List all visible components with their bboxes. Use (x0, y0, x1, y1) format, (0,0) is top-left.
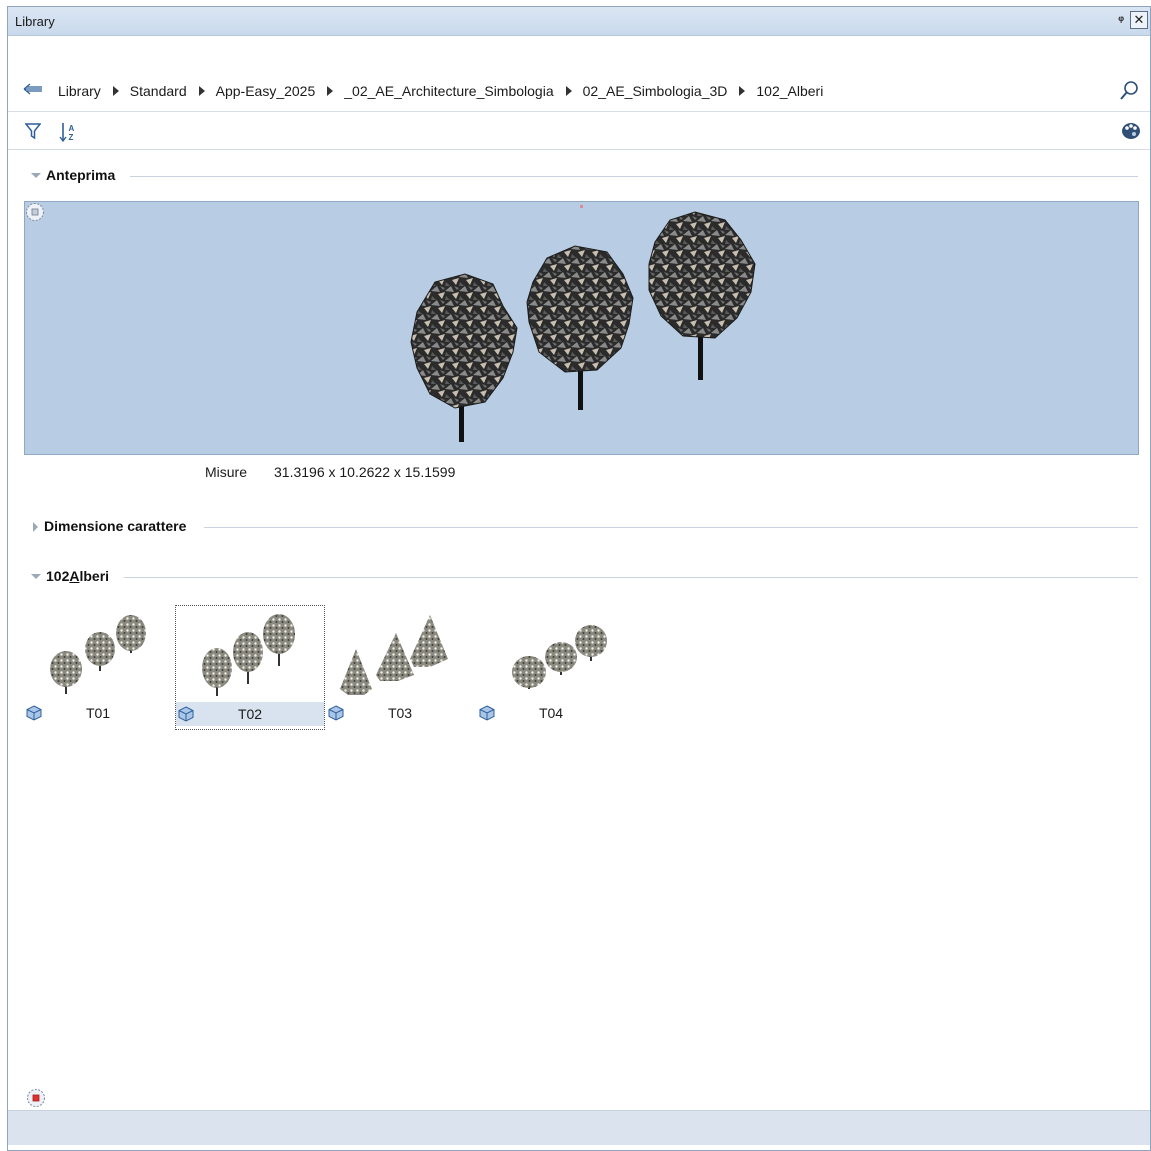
svg-text:A: A (69, 124, 75, 133)
section-font-size-label: Dimensione carattere (44, 518, 187, 534)
breadcrumb-item-simbologia-3d[interactable]: 02_AE_Simbologia_3D (583, 83, 728, 99)
item-thumbnail (50, 615, 146, 694)
navigation-cube-icon[interactable] (25, 202, 45, 222)
breadcrumb-item-alberi[interactable]: 102_Alberi (756, 83, 823, 99)
sort-az-icon[interactable]: A Z (59, 121, 77, 143)
item-name: T03 (387, 705, 413, 721)
svg-text:Z: Z (69, 133, 74, 142)
preview-trees-image (410, 205, 756, 442)
measures-value: 31.3196 x 10.2622 x 15.1599 (274, 464, 456, 480)
library-item-t03[interactable]: T03 (326, 605, 476, 730)
section-divider (204, 527, 1138, 528)
breadcrumb-separator-icon[interactable] (565, 86, 572, 96)
item-name: T01 (85, 705, 111, 721)
library-items-grid: T01 T02 T03 T04 (24, 605, 644, 730)
expand-arrow-icon[interactable] (31, 173, 41, 178)
section-divider (124, 577, 1138, 578)
library-item-t04[interactable]: T04 (477, 605, 627, 730)
section-folder-header[interactable]: 102Alberi (8, 566, 1150, 588)
search-icon[interactable] (1118, 80, 1140, 102)
palette-icon[interactable] (1121, 121, 1141, 141)
item-caption: T02 (176, 702, 324, 726)
item-caption: T03 (326, 701, 474, 725)
expand-arrow-icon[interactable] (31, 574, 41, 579)
item-caption: T04 (477, 701, 625, 725)
collapse-arrow-icon[interactable] (33, 522, 38, 532)
back-arrow-icon[interactable] (23, 81, 43, 97)
navigation-cube-icon[interactable] (26, 1088, 46, 1108)
breadcrumb-item-architecture[interactable]: _02_AE_Architecture_Simbologia (344, 83, 553, 99)
library-window: Library ᵠ ✕ Library Standard App-Easy_20… (7, 6, 1151, 1151)
breadcrumb-separator-icon[interactable] (327, 86, 334, 96)
pin-icon[interactable]: ᵠ (1118, 13, 1124, 27)
library-item-t01[interactable]: T01 (24, 605, 174, 730)
breadcrumb-item-app-easy[interactable]: App-Easy_2025 (216, 83, 316, 99)
measures-label: Misure (205, 464, 248, 480)
toolbar: A Z (8, 113, 1150, 150)
breadcrumb: Library Standard App-Easy_2025 _02_AE_Ar… (8, 69, 1150, 112)
item-thumbnail (512, 625, 607, 689)
window-title: Library (15, 14, 55, 29)
breadcrumb-item-standard[interactable]: Standard (130, 83, 187, 99)
breadcrumb-separator-icon[interactable] (112, 86, 119, 96)
close-button[interactable]: ✕ (1130, 11, 1148, 29)
item-name: T04 (538, 705, 564, 721)
item-thumbnail (202, 614, 295, 696)
breadcrumb-separator-icon[interactable] (739, 86, 746, 96)
breadcrumb-path: Library Standard App-Easy_2025 _02_AE_Ar… (58, 83, 823, 99)
item-caption: T01 (24, 701, 172, 725)
status-bar (8, 1110, 1150, 1145)
preview-viewport[interactable] (24, 201, 1139, 455)
breadcrumb-separator-icon[interactable] (198, 86, 205, 96)
section-font-size-header[interactable]: Dimensione carattere (8, 516, 1150, 538)
section-preview-header[interactable]: Anteprima (8, 165, 1150, 187)
section-folder-label: 102Alberi (46, 568, 110, 584)
library-item-t02[interactable]: T02 (175, 605, 325, 730)
filter-icon[interactable] (25, 122, 41, 140)
item-name: T02 (237, 706, 263, 722)
section-preview-label: Anteprima (46, 167, 116, 183)
section-divider (130, 176, 1138, 177)
title-bar[interactable]: Library ᵠ ✕ (8, 7, 1150, 36)
item-thumbnail (340, 615, 448, 695)
breadcrumb-item-library[interactable]: Library (58, 83, 101, 99)
